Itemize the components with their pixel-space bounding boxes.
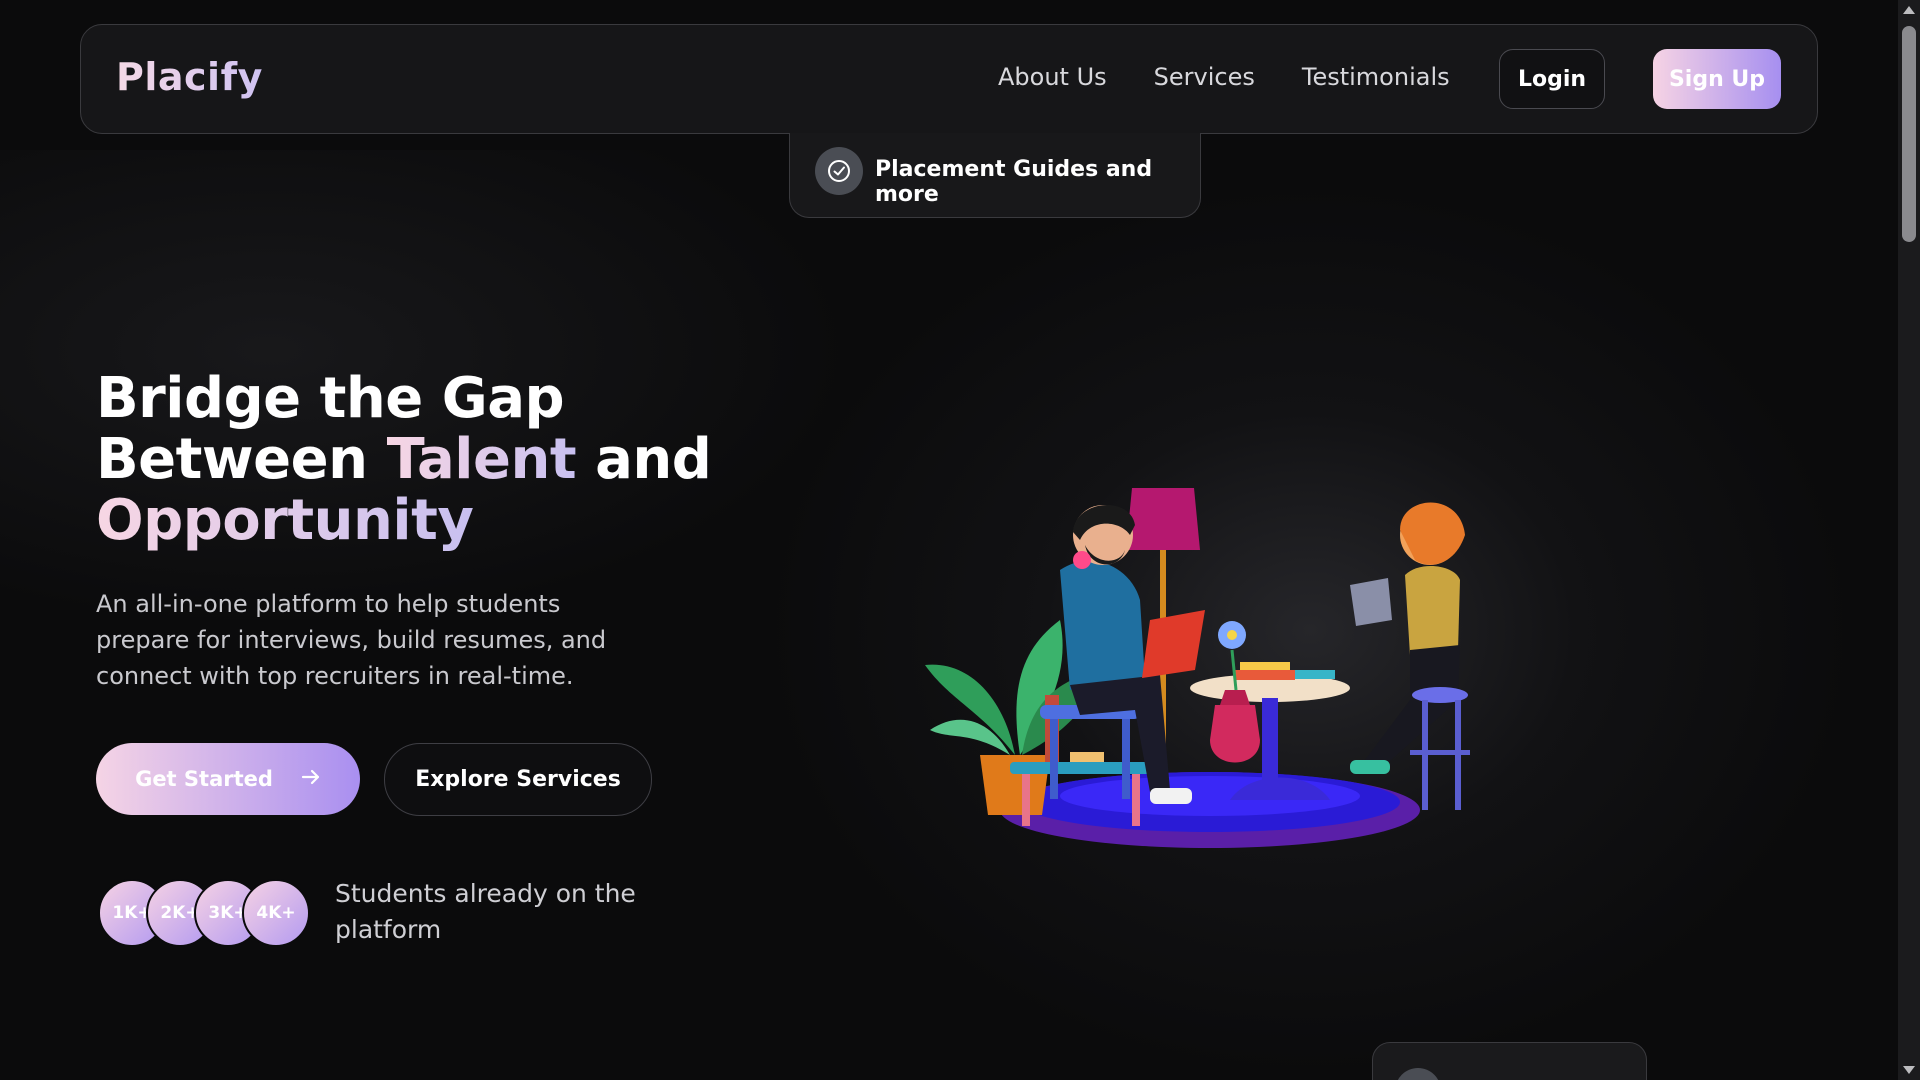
- check-circle-icon: [815, 147, 863, 195]
- get-started-label: Get Started: [135, 767, 273, 791]
- explore-services-button[interactable]: Explore Services: [384, 743, 652, 816]
- get-started-button[interactable]: Get Started: [96, 743, 360, 815]
- badge-text: Placement Guides and more: [875, 157, 1153, 207]
- nav-link-services[interactable]: Services: [1154, 63, 1255, 91]
- top-navbar: Placify About Us Services Testimonials L…: [80, 24, 1818, 134]
- hero-description: An all-in-one platform to help students …: [96, 590, 607, 690]
- page-scrollbar[interactable]: [1898, 0, 1920, 1080]
- avatar-icon: [1395, 1068, 1441, 1080]
- hero-title-line2-end: and: [576, 427, 712, 492]
- nav-link-testimonials[interactable]: Testimonials: [1302, 63, 1450, 91]
- placement-guides-badge: Placement Guides and more: [789, 133, 1201, 218]
- nav-link-about-us[interactable]: About Us: [998, 63, 1107, 91]
- avatar: 4K+: [242, 879, 310, 947]
- scroll-down-arrow-icon[interactable]: [1903, 1066, 1915, 1074]
- scrollbar-thumb[interactable]: [1902, 26, 1916, 242]
- login-button[interactable]: Login: [1499, 49, 1605, 109]
- signup-button[interactable]: Sign Up: [1653, 49, 1781, 109]
- hero-title-highlight-talent: Talent: [386, 427, 577, 492]
- hero-title-line2-start: Between: [96, 427, 387, 492]
- students-caption: Students already on the platform: [335, 879, 636, 944]
- hero-title: Bridge the Gap Between Talent and Opport…: [96, 368, 716, 551]
- scroll-up-arrow-icon[interactable]: [1903, 6, 1915, 14]
- partial-card: [1372, 1042, 1647, 1080]
- hero-illustration: [910, 470, 1510, 860]
- hero-title-line1: Bridge the Gap: [96, 366, 565, 431]
- arrow-right-icon: [301, 767, 321, 791]
- student-avatars: 1K+ 2K+ 3K+ 4K+: [98, 879, 318, 947]
- nav-links: About Us Services Testimonials: [998, 63, 1450, 91]
- brand-logo[interactable]: Placify: [116, 55, 263, 99]
- hero-title-highlight-opportunity: Opportunity: [96, 488, 474, 553]
